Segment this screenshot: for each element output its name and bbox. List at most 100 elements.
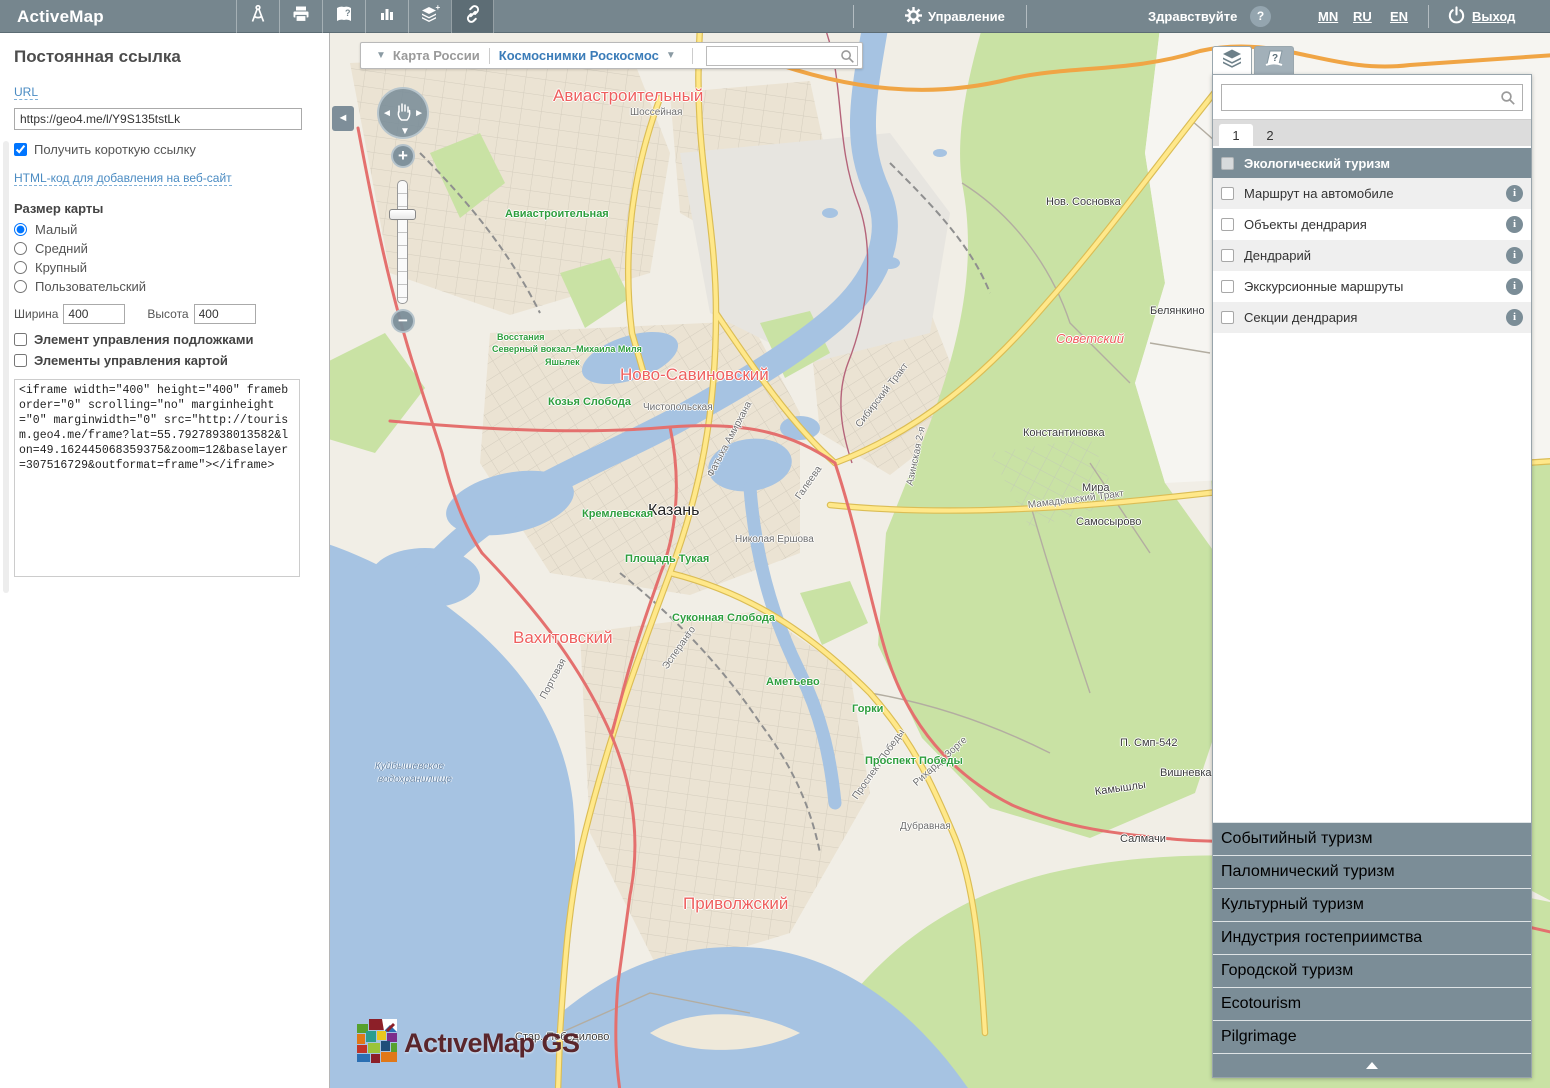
permalink-button[interactable] xyxy=(451,0,494,33)
iframe-code-textarea[interactable]: <iframe width="400" height="400" framebo… xyxy=(14,379,300,577)
layer-group-pilgrim-tourism[interactable]: Паломнический туризм xyxy=(1213,855,1531,888)
help-button[interactable]: ? xyxy=(1250,6,1271,27)
layer-row[interactable]: Экскурсионные маршруты i xyxy=(1213,271,1531,302)
info-icon[interactable]: i xyxy=(1506,216,1523,233)
url-input[interactable] xyxy=(14,108,302,130)
mosaic-logo-icon xyxy=(356,1018,398,1069)
info-icon[interactable]: i xyxy=(1506,309,1523,326)
map-controls-option[interactable]: Элементы управления картой xyxy=(14,353,315,368)
layer-row[interactable]: Дендрарий i xyxy=(1213,240,1531,271)
basemap-control-option[interactable]: Элемент управления подложками xyxy=(14,332,315,347)
info-icon[interactable]: i xyxy=(1506,278,1523,295)
html-code-link[interactable]: HTML-код для добавления на веб-сайт xyxy=(14,171,232,186)
panel-title: Постоянная ссылка xyxy=(14,47,315,67)
search-icon[interactable] xyxy=(1500,90,1516,111)
power-icon xyxy=(1447,6,1466,28)
header-separator xyxy=(853,5,854,28)
statistics-button[interactable] xyxy=(365,0,408,33)
zoom-slider-handle[interactable] xyxy=(389,209,416,220)
layer-group-city-tourism[interactable]: Городской туризм xyxy=(1213,954,1531,987)
lang-en[interactable]: EN xyxy=(1390,0,1408,33)
add-layer-button[interactable]: + xyxy=(408,0,451,33)
svg-text:+: + xyxy=(436,4,441,12)
layer-row[interactable]: Секции дендрария i xyxy=(1213,302,1531,333)
short-link-option[interactable]: Получить короткую ссылку xyxy=(14,142,315,157)
zoom-in-button[interactable]: + xyxy=(391,144,415,168)
logout-button[interactable]: Выход xyxy=(1447,0,1515,33)
management-label: Управление xyxy=(928,9,1005,24)
layer-group-eco-tourism[interactable]: Экологический туризм xyxy=(1213,148,1531,178)
chevron-down-icon[interactable]: ▼ xyxy=(666,50,676,61)
pan-left-icon[interactable]: ◄ xyxy=(382,108,392,119)
size-option-large[interactable]: Крупный xyxy=(14,260,315,275)
help-book-button[interactable]: ? xyxy=(322,0,365,33)
group-checkbox[interactable] xyxy=(1221,157,1234,170)
zoom-slider-track[interactable] xyxy=(397,180,408,304)
height-input[interactable] xyxy=(194,304,256,324)
management-menu[interactable]: Управление xyxy=(905,0,1005,33)
layer-row[interactable]: Маршрут на автомобиле i xyxy=(1213,178,1531,209)
map-label: Нов. Сосновка xyxy=(1046,196,1121,208)
pan-right-icon[interactable]: ► xyxy=(414,108,424,119)
tab-layers[interactable] xyxy=(1212,46,1252,74)
size-option-medium[interactable]: Средний xyxy=(14,241,315,256)
layers-pagination: 1 2 xyxy=(1213,119,1531,146)
map-label: Константиновка xyxy=(1023,427,1105,439)
map-label: Николая Ершова xyxy=(735,534,814,545)
app-logo: ActiveMap xyxy=(17,7,104,27)
map-label: Дубравная xyxy=(900,821,951,832)
chevron-down-icon[interactable]: ▼ xyxy=(376,50,386,61)
lang-mn[interactable]: MN xyxy=(1318,0,1338,33)
search-icon[interactable] xyxy=(840,49,855,69)
map-label: Проспект Победы xyxy=(865,755,963,767)
layer-group-pilgrimage[interactable]: Pilgrimage xyxy=(1213,1020,1531,1053)
size-option-custom[interactable]: Пользовательский xyxy=(14,279,315,294)
layer-group-cultural-tourism[interactable]: Культурный туризм xyxy=(1213,888,1531,921)
info-icon[interactable]: i xyxy=(1506,247,1523,264)
layer-checkbox[interactable] xyxy=(1221,249,1234,262)
basemap-bar: ▼ Карта России Космоснимки Роскосмос ▼ xyxy=(360,42,863,69)
map-label: Восстания xyxy=(497,332,545,342)
map-label: водохранилище xyxy=(378,774,452,785)
basemap-option-russia[interactable]: Карта России xyxy=(393,48,480,63)
add-layer-icon: + xyxy=(419,4,441,29)
basemap-option-kosmosnimki[interactable]: Космоснимки Роскосмос xyxy=(499,48,659,63)
panel-collapse-button[interactable]: ◄ xyxy=(332,106,354,131)
width-input[interactable] xyxy=(63,304,125,324)
layer-group-ecotourism[interactable]: Ecotourism xyxy=(1213,987,1531,1020)
layers-search-input[interactable] xyxy=(1221,84,1523,111)
info-icon[interactable]: i xyxy=(1506,185,1523,202)
measure-compass-button[interactable] xyxy=(236,0,279,33)
layer-group-hospitality[interactable]: Индустрия гостеприимства xyxy=(1213,921,1531,954)
page-1-tab[interactable]: 1 xyxy=(1219,124,1253,146)
print-button[interactable] xyxy=(279,0,322,33)
map-label: Советский xyxy=(1056,331,1124,346)
map-search-input[interactable] xyxy=(706,46,858,66)
layer-checkbox[interactable] xyxy=(1221,311,1234,324)
help-book-icon: ? xyxy=(334,4,354,29)
layer-checkbox[interactable] xyxy=(1221,280,1234,293)
hand-icon xyxy=(394,101,414,128)
layers-panel: ? 1 2 Экологический туризм Маршрут на ав… xyxy=(1212,46,1532,1078)
size-option-small[interactable]: Малый xyxy=(14,222,315,237)
layer-row[interactable]: Объекты дендрария i xyxy=(1213,209,1531,240)
panel-scrollbar[interactable] xyxy=(3,141,9,593)
layer-group-event-tourism[interactable]: Событийный туризм xyxy=(1213,822,1531,855)
layer-checkbox[interactable] xyxy=(1221,187,1234,200)
tab-legend[interactable]: ? xyxy=(1254,46,1294,74)
zoom-out-button[interactable]: − xyxy=(391,309,415,333)
map-label: Самосырово xyxy=(1076,516,1141,528)
layer-checkbox[interactable] xyxy=(1221,218,1234,231)
url-link[interactable]: URL xyxy=(14,85,38,100)
panel-collapse-footer[interactable] xyxy=(1213,1053,1531,1077)
permalink-panel: Постоянная ссылка URL Получить короткую … xyxy=(0,33,330,1088)
short-link-checkbox[interactable] xyxy=(14,143,27,156)
pan-control[interactable]: ◄ ► ▼ xyxy=(377,87,429,139)
map-label: Вахитовский xyxy=(513,628,613,648)
page-2-tab[interactable]: 2 xyxy=(1253,124,1287,146)
lang-ru[interactable]: RU xyxy=(1353,0,1372,33)
map-label: Горки xyxy=(852,703,883,715)
link-icon xyxy=(463,4,483,29)
gear-icon xyxy=(905,7,922,27)
legend-icon: ? xyxy=(1263,48,1285,73)
